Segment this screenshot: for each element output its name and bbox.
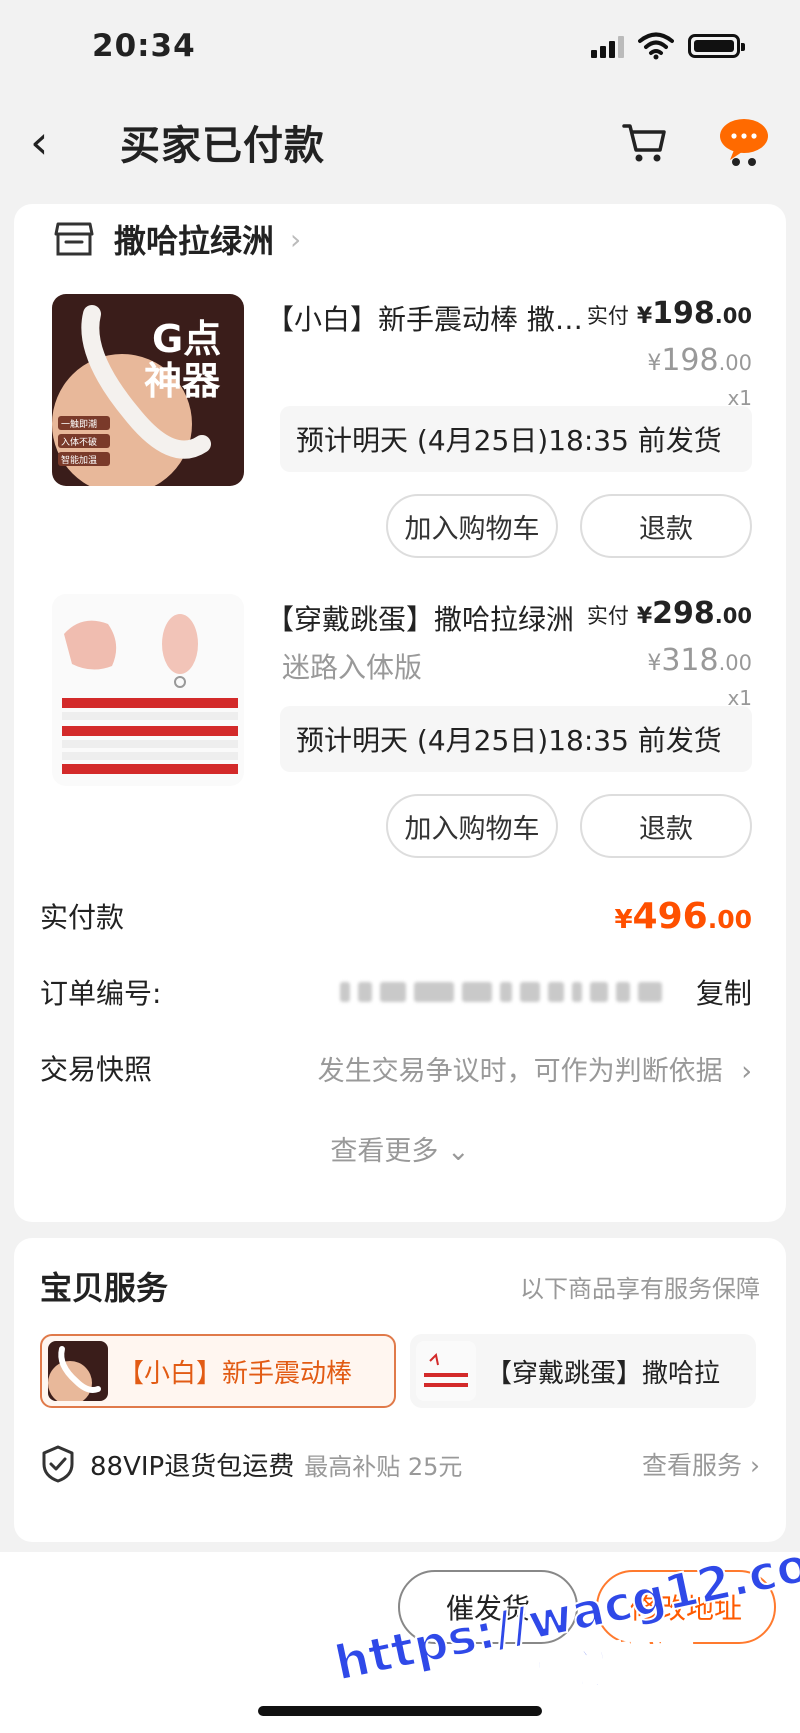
image-tag: 智能加温 [61,454,97,466]
order-item: 【穿戴跳蛋】撒哈拉绿洲 迷路入体版 实付 ¥298.00 ¥318.00 x1 … [40,574,760,874]
snapshot-label: 交易快照 [40,1053,153,1086]
currency-symbol: ¥ [636,604,653,629]
order-card: 撒哈拉绿洲 › G点 神器 一触即潮 入体不破 智能加温 【小白】新手震动棒 撒… [14,204,786,1222]
view-more-link[interactable]: 查看更多 ⌄ [40,1106,760,1190]
original-price-decimal: .00 [718,351,752,375]
copy-button[interactable]: 复制 [696,972,752,1012]
shipping-estimate: 预计明天 (4月25日)18:35 前发货 [280,706,752,772]
chevron-right-icon: › [741,1055,752,1087]
vip-return-row[interactable]: 88VIP退货包运费 最高补贴 25元 查看服务 › [40,1414,760,1514]
shipping-estimate: 预计明天 (4月25日)18:35 前发货 [280,406,752,472]
snapshot-hint: 发生交易争议时，可作为判断依据 [317,1055,723,1087]
total-paid-row: 实付款 ¥496.00 [40,878,760,954]
signal-icon [591,34,624,58]
paid-price: 198 [652,296,715,331]
total-paid-decimal: .00 [707,904,752,934]
total-paid-label: 实付款 [40,901,125,934]
order-number-redacted [340,982,662,1002]
original-price-decimal: .00 [718,651,752,675]
service-subtitle: 以下商品享有服务保障 [520,1274,760,1303]
snapshot-row[interactable]: 交易快照 发生交易争议时，可作为判断依据 › [40,1030,760,1106]
service-tab-label: 【小白】新手震动棒 [118,1358,353,1389]
status-icons [591,32,745,60]
view-service-link[interactable]: 查看服务 › [642,1446,760,1482]
vip-subsidy: 最高补贴 25元 [304,1452,463,1481]
service-tab-label: 【穿戴跳蛋】撒哈拉 [486,1358,721,1389]
order-item: G点 神器 一触即潮 入体不破 智能加温 【小白】新手震动棒 撒哈拉绿洲 实付 … [40,274,760,574]
modify-address-button[interactable]: 修改地址 [596,1570,776,1644]
paid-price-decimal: .00 [714,304,752,328]
battery-icon [688,34,745,58]
chevron-right-icon: › [290,222,302,256]
shield-check-icon [42,1445,74,1483]
original-price: 198 [661,343,719,378]
nav-bar: ‹ 买家已付款 [0,92,800,192]
home-indicator [258,1706,542,1716]
product-image[interactable] [52,594,244,786]
wifi-icon [638,32,674,60]
bottom-action-bar: 催发货 修改地址 [0,1552,800,1733]
image-tag: 入体不破 [61,436,97,448]
refund-button[interactable]: 退款 [580,494,752,558]
urge-shipping-button[interactable]: 催发货 [398,1570,578,1644]
product-image[interactable]: G点 神器 一触即潮 入体不破 智能加温 [52,294,244,486]
shop-name: 撒哈拉绿洲 [114,222,275,260]
status-time: 20:34 [92,28,196,64]
service-card: 宝贝服务 以下商品享有服务保障 【小白】新手震动棒 【穿戴跳蛋】撒哈拉 88VI… [14,1238,786,1542]
add-to-cart-button[interactable]: 加入购物车 [386,494,558,558]
service-item-tabs: 【小白】新手震动棒 【穿戴跳蛋】撒哈拉 [40,1334,760,1408]
currency-symbol: ¥ [647,651,662,676]
price-block: 实付 ¥298.00 ¥318.00 x1 [587,596,752,710]
product-thumbnail [48,1341,108,1401]
currency-symbol: ¥ [647,351,662,376]
paid-price: 298 [652,596,715,631]
original-price: 318 [661,643,719,678]
shop-icon [54,222,94,256]
order-number-label: 订单编号: [40,977,162,1010]
total-paid-amount: 496 [632,895,708,937]
order-number-row: 订单编号: 复制 [40,954,760,1030]
add-to-cart-button[interactable]: 加入购物车 [386,794,558,858]
product-thumbnail [416,1341,476,1401]
service-tab[interactable]: 【小白】新手震动棒 [40,1334,396,1408]
shop-row[interactable]: 撒哈拉绿洲 › [40,204,760,274]
product-variant: 迷路入体版 [282,651,423,684]
currency-symbol: ¥ [636,304,653,329]
vip-return-label: 88VIP退货包运费 [90,1451,295,1482]
image-tag: 一触即潮 [61,418,97,430]
back-button[interactable]: ‹ [30,119,80,165]
service-title: 宝贝服务 [40,1269,169,1307]
image-text-line2: 神器 [144,359,221,403]
product-title[interactable]: 【穿戴跳蛋】撒哈拉绿洲 [266,598,586,638]
refund-button[interactable]: 退款 [580,794,752,858]
paid-price-decimal: .00 [714,604,752,628]
image-text-line1: G点 [152,317,221,361]
paid-label: 实付 [586,604,629,628]
more-icon[interactable] [716,114,772,170]
product-title[interactable]: 【小白】新手震动棒 撒哈拉绿洲 [266,298,586,338]
page-title: 买家已付款 [120,123,325,169]
price-block: 实付 ¥198.00 ¥198.00 x1 [587,296,752,410]
status-bar: 20:34 [0,0,800,92]
cart-icon[interactable] [614,112,674,172]
currency-symbol: ¥ [614,904,633,935]
paid-label: 实付 [586,304,629,328]
service-tab[interactable]: 【穿戴跳蛋】撒哈拉 [410,1334,756,1408]
